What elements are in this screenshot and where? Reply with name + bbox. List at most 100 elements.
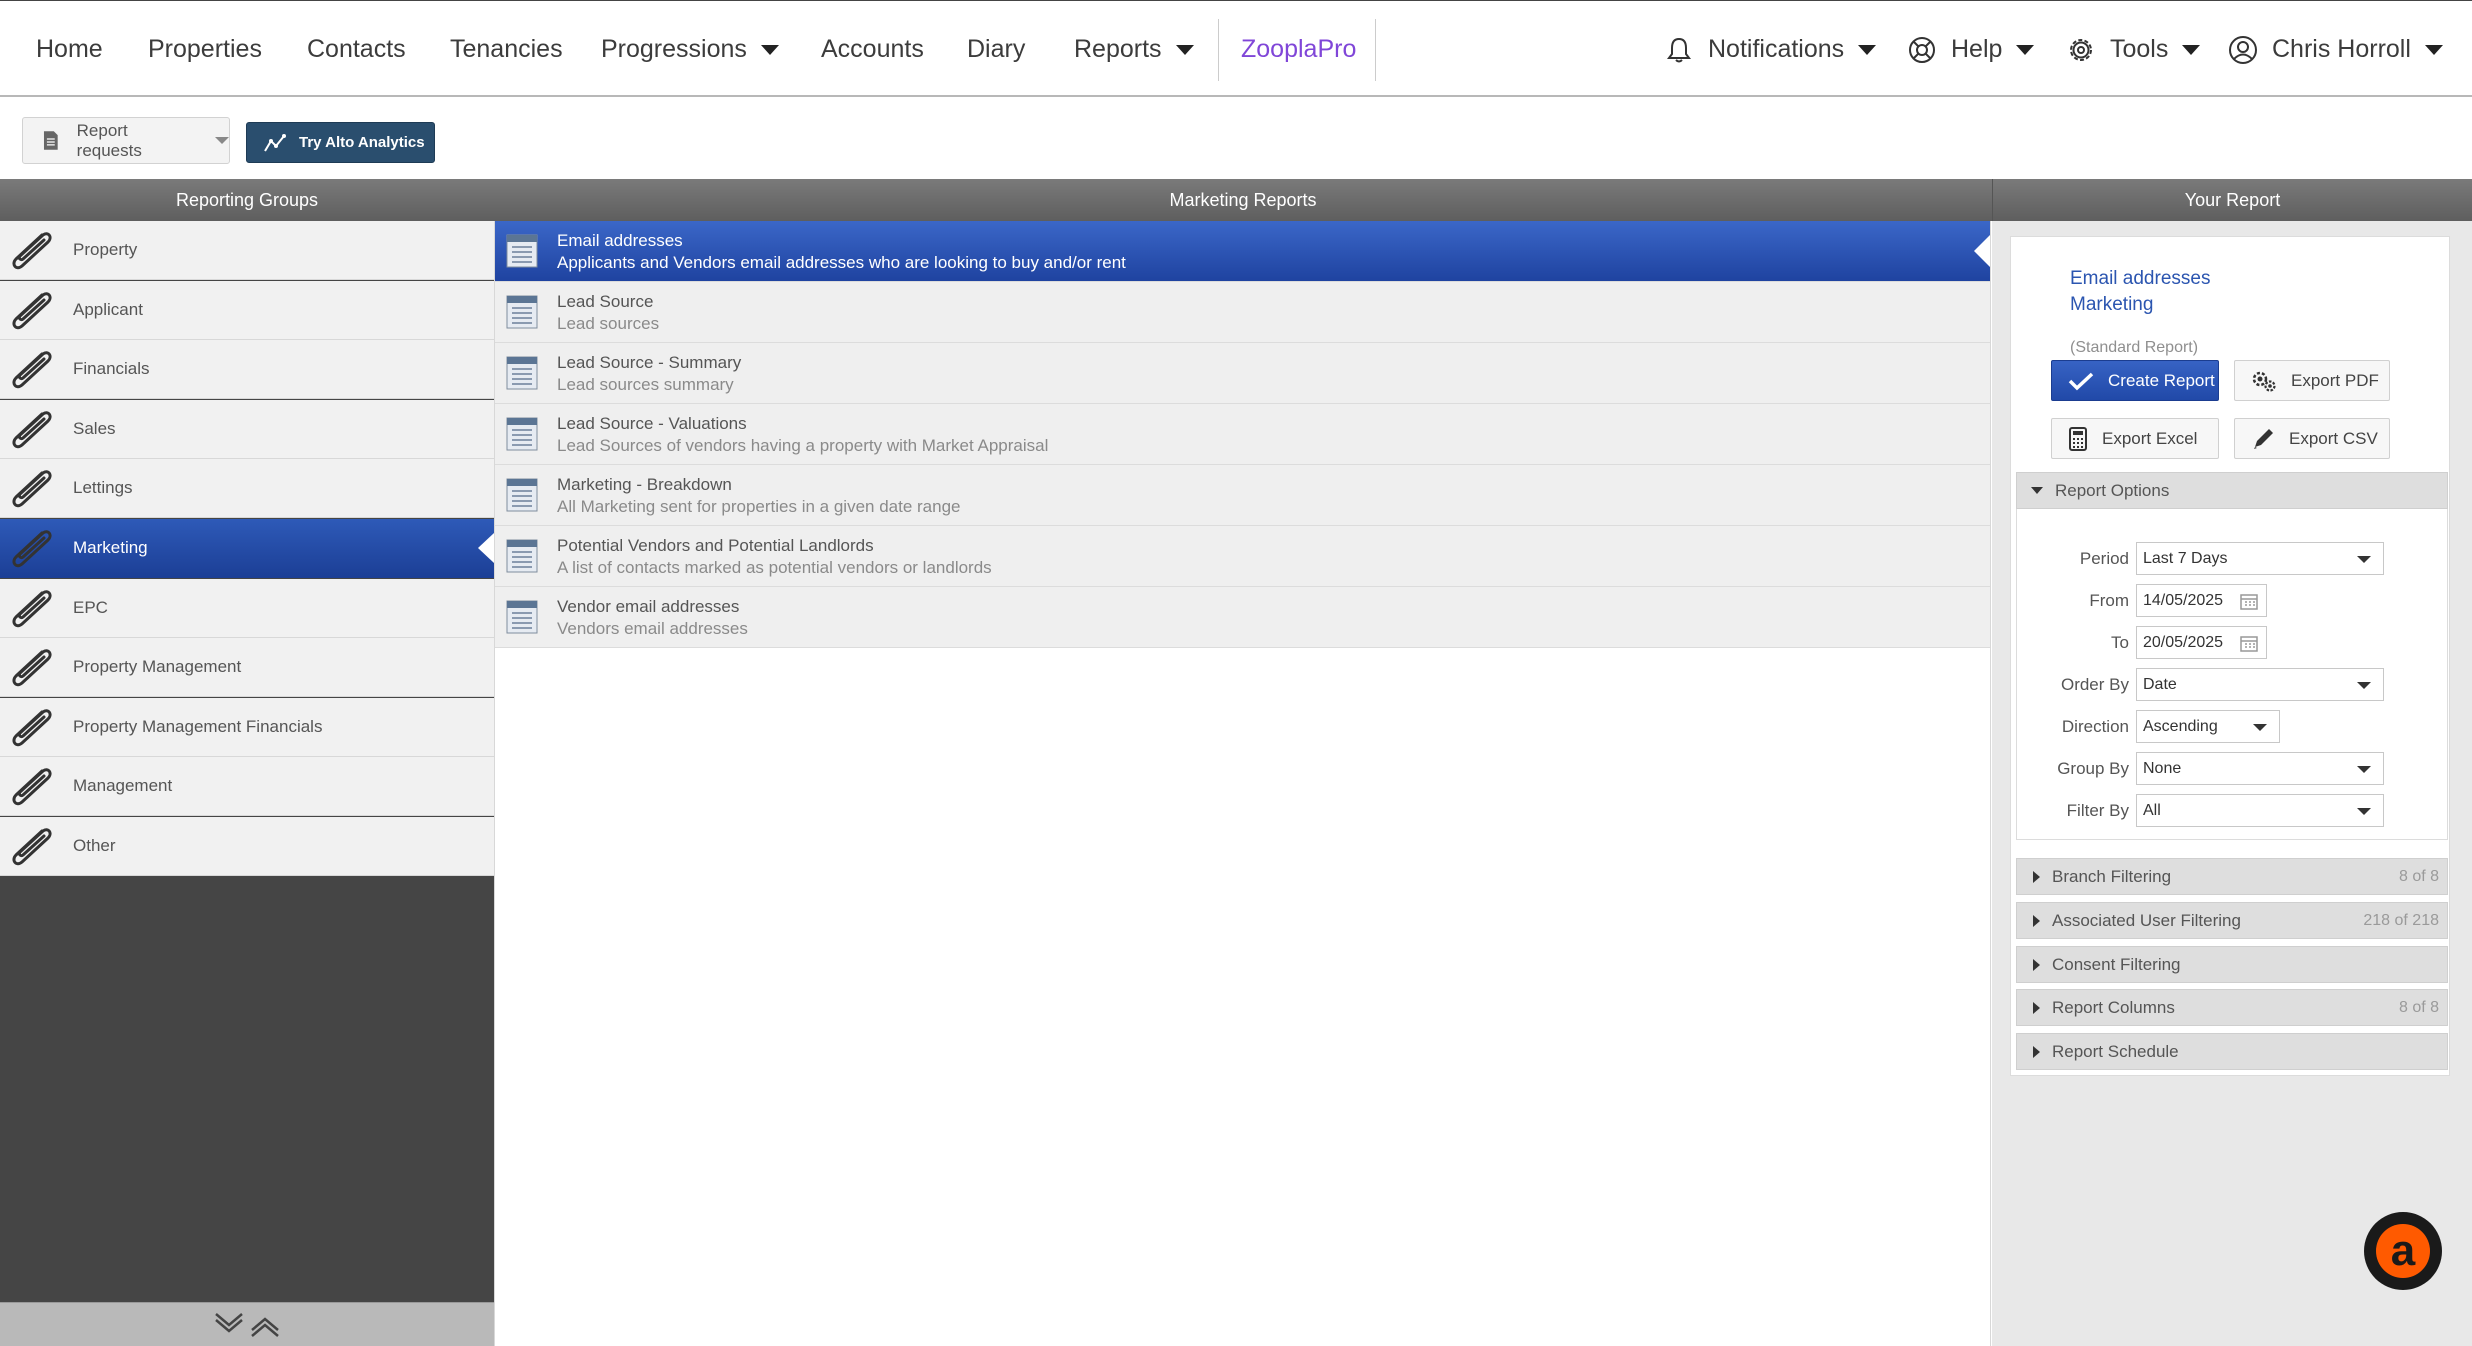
create-report-button[interactable]: Create Report (2051, 360, 2219, 401)
report-options-title: Report Options (2055, 480, 2170, 500)
caret-right-icon (2033, 1045, 2040, 1058)
alto-assistant-button[interactable]: a (2364, 1212, 2442, 1290)
paperclip-icon (12, 292, 52, 330)
nav-accounts[interactable]: Accounts (821, 1, 924, 98)
group-item-property[interactable]: Property (0, 221, 494, 280)
paperclip-icon (12, 768, 52, 806)
report-sheet-icon (506, 539, 538, 573)
export-excel-button[interactable]: Export Excel (2051, 418, 2219, 459)
calendar-icon[interactable] (2240, 593, 2258, 610)
create-report-label: Create Report (2108, 370, 2215, 390)
group-item-label: Applicant (73, 300, 143, 319)
chevron-down-icon (215, 137, 229, 144)
report-columns-toggle[interactable]: Report Columns 8 of 8 (2016, 989, 2448, 1026)
caret-down-icon (2031, 487, 2043, 494)
report-item-email-addresses[interactable]: Email addresses Applicants and Vendors em… (495, 221, 1990, 282)
filter-by-select[interactable]: All (2136, 794, 2384, 827)
from-label: From (2089, 591, 2129, 610)
group-item-property-management-financials[interactable]: Property Management Financials (0, 698, 494, 757)
report-options-toggle[interactable]: Report Options (2016, 472, 2448, 509)
group-item-other[interactable]: Other (0, 817, 494, 876)
alto-logo-letter: a (2391, 1226, 2416, 1275)
direction-select[interactable]: Ascending (2136, 710, 2280, 743)
to-date-value: 20/05/2025 (2143, 633, 2224, 651)
nav-contacts[interactable]: Contacts (307, 1, 406, 98)
collapse-expand-icon[interactable] (212, 1312, 282, 1338)
group-item-sales[interactable]: Sales (0, 400, 494, 459)
gears-icon (2252, 371, 2276, 392)
group-item-label: Management (73, 776, 173, 795)
period-value: Last 7 Days (2143, 549, 2228, 567)
group-item-epc[interactable]: EPC (0, 579, 494, 638)
group-item-applicant[interactable]: Applicant (0, 281, 494, 340)
nav-tools[interactable]: Tools (2066, 1, 2201, 98)
group-item-financials[interactable]: Financials (0, 340, 494, 399)
associated-user-filtering-toggle[interactable]: Associated User Filtering 218 of 218 (2016, 902, 2448, 939)
report-item-marketing-breakdown[interactable]: Marketing - Breakdown All Marketing sent … (495, 465, 1990, 526)
export-csv-button[interactable]: Export CSV (2234, 418, 2390, 459)
report-schedule-toggle[interactable]: Report Schedule (2016, 1033, 2448, 1070)
report-description: Lead Sources of vendors having a propert… (557, 436, 1049, 455)
group-by-select[interactable]: None (2136, 752, 2384, 785)
nav-progressions[interactable]: Progressions (601, 1, 779, 98)
report-item-lead-source-valuations[interactable]: Lead Source - Valuations Lead Sources of … (495, 404, 1990, 465)
group-item-management[interactable]: Management (0, 757, 494, 816)
nav-diary[interactable]: Diary (967, 1, 1025, 98)
chevron-down-icon (2357, 766, 2371, 773)
group-item-marketing[interactable]: Marketing (0, 519, 494, 578)
report-toolbar: Report requests Try Alto Analytics (0, 97, 2472, 179)
order-by-select[interactable]: Date (2136, 668, 2384, 701)
export-csv-label: Export CSV (2289, 428, 2378, 448)
try-alto-analytics-button[interactable]: Try Alto Analytics (246, 122, 435, 163)
nav-home[interactable]: Home (36, 1, 103, 98)
chevron-down-icon (2357, 682, 2371, 689)
section-label: Report Columns (2052, 997, 2175, 1017)
nav-tenancies[interactable]: Tenancies (450, 1, 563, 98)
report-requests-dropdown[interactable]: Report requests (22, 117, 230, 164)
nav-home-label: Home (36, 35, 103, 63)
group-item-property-management[interactable]: Property Management (0, 638, 494, 697)
paperclip-icon (12, 530, 52, 568)
report-item-vendor-email-addresses[interactable]: Vendor email addresses Vendors email addr… (495, 587, 1990, 648)
lifebuoy-icon (1909, 36, 1935, 63)
marketing-reports-header: Marketing Reports (494, 179, 1992, 221)
section-count: 8 of 8 (2398, 998, 2439, 1016)
chevron-down-icon (760, 44, 779, 55)
alto-logo-icon: a (2376, 1224, 2430, 1278)
export-pdf-button[interactable]: Export PDF (2234, 360, 2390, 401)
report-sheet-icon (506, 478, 538, 512)
report-sheet-icon (506, 600, 538, 634)
group-item-label: Property Management Financials (73, 717, 323, 736)
branch-filtering-toggle[interactable]: Branch Filtering 8 of 8 (2016, 858, 2448, 895)
report-item-lead-source-summary[interactable]: Lead Source - Summary Lead sources summar… (495, 343, 1990, 404)
to-date-input[interactable]: 20/05/2025 (2136, 626, 2267, 659)
nav-reports[interactable]: Reports (1074, 1, 1194, 98)
section-label: Report Schedule (2052, 1041, 2179, 1061)
selected-report-type: (Standard Report) (2070, 339, 2199, 356)
to-label: To (2111, 633, 2129, 652)
nav-zooplapro-label: ZooplaPro (1241, 35, 1357, 63)
nav-user-menu[interactable]: Chris Horroll (2228, 1, 2443, 98)
caret-right-icon (2033, 1001, 2040, 1014)
section-count: 8 of 8 (2398, 867, 2439, 885)
your-report-title: Your Report (2184, 189, 2281, 210)
report-item-lead-source[interactable]: Lead Source Lead sources (495, 282, 1990, 343)
analytics-chart-icon (264, 133, 286, 152)
nav-properties[interactable]: Properties (148, 1, 262, 98)
period-select[interactable]: Last 7 Days (2136, 542, 2384, 575)
report-item-potential-vendors-landlords[interactable]: Potential Vendors and Potential Landlord… (495, 526, 1990, 587)
section-label: Consent Filtering (2052, 954, 2181, 974)
group-item-lettings[interactable]: Lettings (0, 459, 494, 518)
calendar-icon[interactable] (2240, 635, 2258, 652)
report-description: Vendors email addresses (557, 619, 748, 638)
nav-zooplapro[interactable]: ZooplaPro (1241, 1, 1356, 98)
report-title: Vendor email addresses (557, 597, 740, 616)
caret-right-icon (2033, 914, 2040, 927)
consent-filtering-toggle[interactable]: Consent Filtering (2016, 946, 2448, 983)
nav-contacts-label: Contacts (307, 35, 406, 63)
nav-help[interactable]: Help (1907, 1, 2035, 98)
nav-notifications[interactable]: Notifications (1664, 1, 1877, 98)
report-description: Lead sources (557, 314, 660, 333)
document-icon (43, 131, 58, 150)
from-date-input[interactable]: 14/05/2025 (2136, 584, 2267, 617)
